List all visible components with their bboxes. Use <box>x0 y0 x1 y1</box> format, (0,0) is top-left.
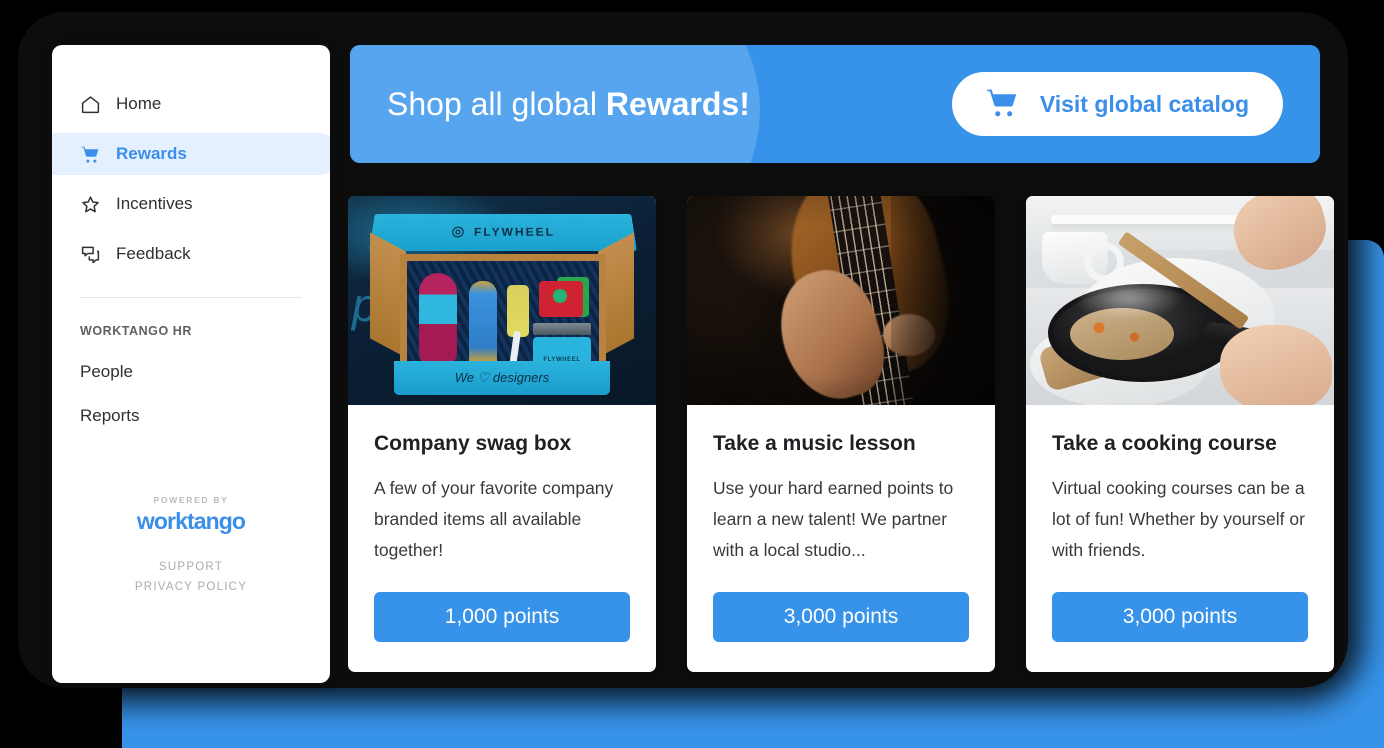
reward-card-body: Company swag box A few of your favorite … <box>348 405 656 672</box>
reward-card-list: p FLYWHEEL FLYWHEEL We ♡ designers Compa… <box>348 196 1334 672</box>
reward-card-title: Take a cooking course <box>1052 432 1277 455</box>
footer-links: SUPPORT PRIVACY POLICY <box>52 557 330 597</box>
sidebar-item-reports[interactable]: Reports <box>80 406 330 426</box>
visit-global-catalog-label: Visit global catalog <box>1039 90 1249 117</box>
sidebar-item-home[interactable]: Home <box>52 83 330 125</box>
swag-box-photo: p FLYWHEEL FLYWHEEL We ♡ designers <box>348 196 656 405</box>
reward-card-title: Company swag box <box>374 432 572 455</box>
cooking-photo <box>1026 196 1334 405</box>
reward-card-body: Take a music lesson Use your hard earned… <box>687 405 995 672</box>
redeem-points-button[interactable]: 3,000 points <box>713 592 969 642</box>
sidebar-section-label: WORKTANGO HR <box>80 324 192 338</box>
swag-front-text: We ♡ designers <box>454 370 550 385</box>
sidebar-item-incentives[interactable]: Incentives <box>52 183 330 225</box>
sidebar-item-label: Feedback <box>116 244 191 263</box>
sidebar-item-label: Home <box>116 94 162 113</box>
banner-title: Shop all global Rewards! <box>387 86 750 123</box>
reward-card[interactable]: p FLYWHEEL FLYWHEEL We ♡ designers Compa… <box>348 196 656 672</box>
redeem-points-button[interactable]: 3,000 points <box>1052 592 1308 642</box>
reward-card-description: A few of your favorite company branded i… <box>374 478 614 560</box>
reward-card-description: Use your hard earned points to learn a n… <box>713 478 954 560</box>
visit-global-catalog-button[interactable]: Visit global catalog <box>951 72 1283 136</box>
sidebar-item-people[interactable]: People <box>80 362 330 382</box>
reward-card-description: Virtual cooking courses can be a lot of … <box>1052 478 1305 560</box>
reward-card[interactable]: Take a cooking course Virtual cooking co… <box>1026 196 1334 672</box>
screenshot-stage: Home Rewards Incentives Feedback WORKTAN… <box>0 0 1384 748</box>
banner-title-bold: Rewards! <box>605 85 750 122</box>
sidebar-divider <box>80 297 302 298</box>
sidebar-footer: POWERED BY worktango SUPPORT PRIVACY POL… <box>52 495 330 597</box>
swag-lid-text: FLYWHEEL <box>473 225 556 239</box>
reward-card-body: Take a cooking course Virtual cooking co… <box>1026 405 1334 672</box>
sidebar-item-label: Incentives <box>116 194 193 213</box>
star-icon <box>80 194 101 215</box>
rewards-banner: Shop all global Rewards! Visit global ca… <box>350 45 1320 163</box>
guitar-photo <box>687 196 995 405</box>
worktango-logo: worktango <box>136 508 246 534</box>
shopping-cart-icon <box>982 86 1022 123</box>
support-link[interactable]: SUPPORT <box>52 557 330 577</box>
privacy-policy-link[interactable]: PRIVACY POLICY <box>52 577 330 597</box>
sidebar-nav: Home Rewards Incentives Feedback <box>52 45 330 275</box>
banner-title-light: Shop all global <box>387 85 606 122</box>
powered-by-label: POWERED BY <box>153 495 229 505</box>
sidebar-item-feedback[interactable]: Feedback <box>52 233 330 275</box>
chat-icon <box>80 244 101 265</box>
sidebar-item-rewards[interactable]: Rewards <box>52 133 330 175</box>
reward-card-title: Take a music lesson <box>713 432 916 455</box>
home-icon <box>80 94 101 115</box>
redeem-points-button[interactable]: 1,000 points <box>374 592 630 642</box>
sidebar: Home Rewards Incentives Feedback WORKTAN… <box>52 45 330 683</box>
sidebar-item-label: Rewards <box>116 144 187 163</box>
reward-card[interactable]: Take a music lesson Use your hard earned… <box>687 196 995 672</box>
cart-icon <box>80 144 101 165</box>
